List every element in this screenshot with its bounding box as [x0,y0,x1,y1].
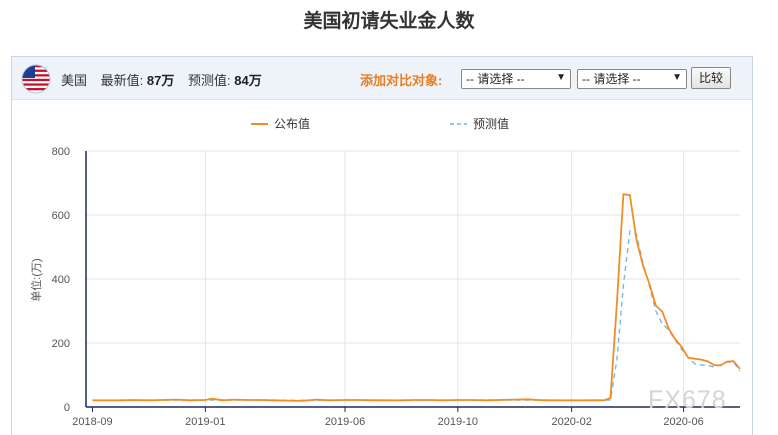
x-tick-label: 2019-06 [325,416,365,428]
x-tick-label: 2020-06 [663,416,703,428]
x-tick-label: 2018-09 [72,416,112,428]
y-tick-label: 800 [52,146,70,158]
legend: 公布值 预测值 [251,116,509,131]
legend-forecast-label[interactable]: 预测值 [473,116,509,131]
x-tick-label: 2020-02 [551,416,591,428]
line-chart: 0 200 400 600 800 2018-09 2019-01 2019-06 2019-1… [29,116,741,428]
series-actual-line[interactable] [92,193,741,402]
y-tick-label: 600 [52,210,70,222]
y-tick-label: 400 [52,274,70,286]
y-tick-label: 200 [52,338,70,350]
y-axis-title: 单位:(万) [29,258,43,301]
legend-actual-label[interactable]: 公布值 [274,116,310,131]
y-tick-label: 0 [64,402,70,414]
watermark: FX678 [648,386,727,414]
x-tick-label: 2019-10 [438,416,478,428]
series-forecast-line[interactable] [92,230,741,401]
x-tick-label: 2019-01 [185,416,225,428]
